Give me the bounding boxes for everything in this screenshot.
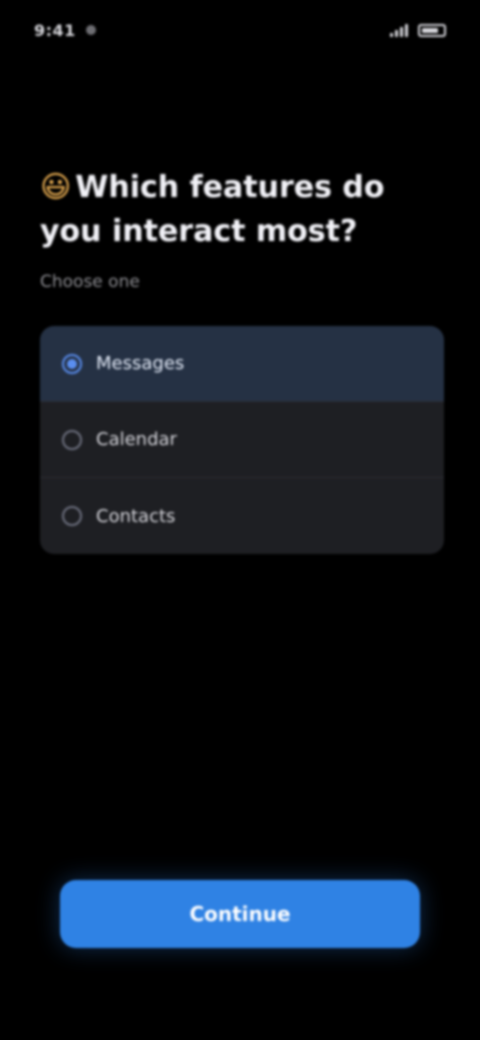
smile-emoji-icon: 😃 bbox=[40, 170, 72, 205]
option-list: Messages Calendar Contacts bbox=[40, 326, 444, 554]
subtitle: Choose one bbox=[40, 272, 140, 292]
radio-icon bbox=[62, 506, 82, 526]
radio-icon bbox=[62, 429, 82, 450]
option-item[interactable]: Messages bbox=[40, 326, 444, 402]
question-block: 😃 Which features do you interact most? Ch… bbox=[40, 166, 440, 292]
status-time: 9:41 bbox=[34, 20, 76, 40]
option-label: Messages bbox=[96, 353, 185, 374]
status-right bbox=[390, 23, 446, 37]
title-text: Which features do you interact most? bbox=[40, 170, 385, 249]
continue-button[interactable]: Continue bbox=[60, 880, 420, 948]
signal-icon bbox=[390, 23, 408, 37]
status-bar: 9:41 bbox=[0, 0, 480, 60]
option-item[interactable]: Calendar bbox=[40, 402, 444, 478]
page-title: 😃 Which features do you interact most? bbox=[40, 166, 440, 254]
location-icon bbox=[85, 25, 96, 35]
option-item[interactable]: Contacts bbox=[40, 478, 444, 554]
radio-selected-icon bbox=[62, 353, 82, 374]
option-label: Contacts bbox=[96, 505, 176, 527]
battery-icon bbox=[418, 23, 446, 37]
option-label: Calendar bbox=[96, 429, 177, 450]
status-left: 9:41 bbox=[34, 21, 96, 40]
